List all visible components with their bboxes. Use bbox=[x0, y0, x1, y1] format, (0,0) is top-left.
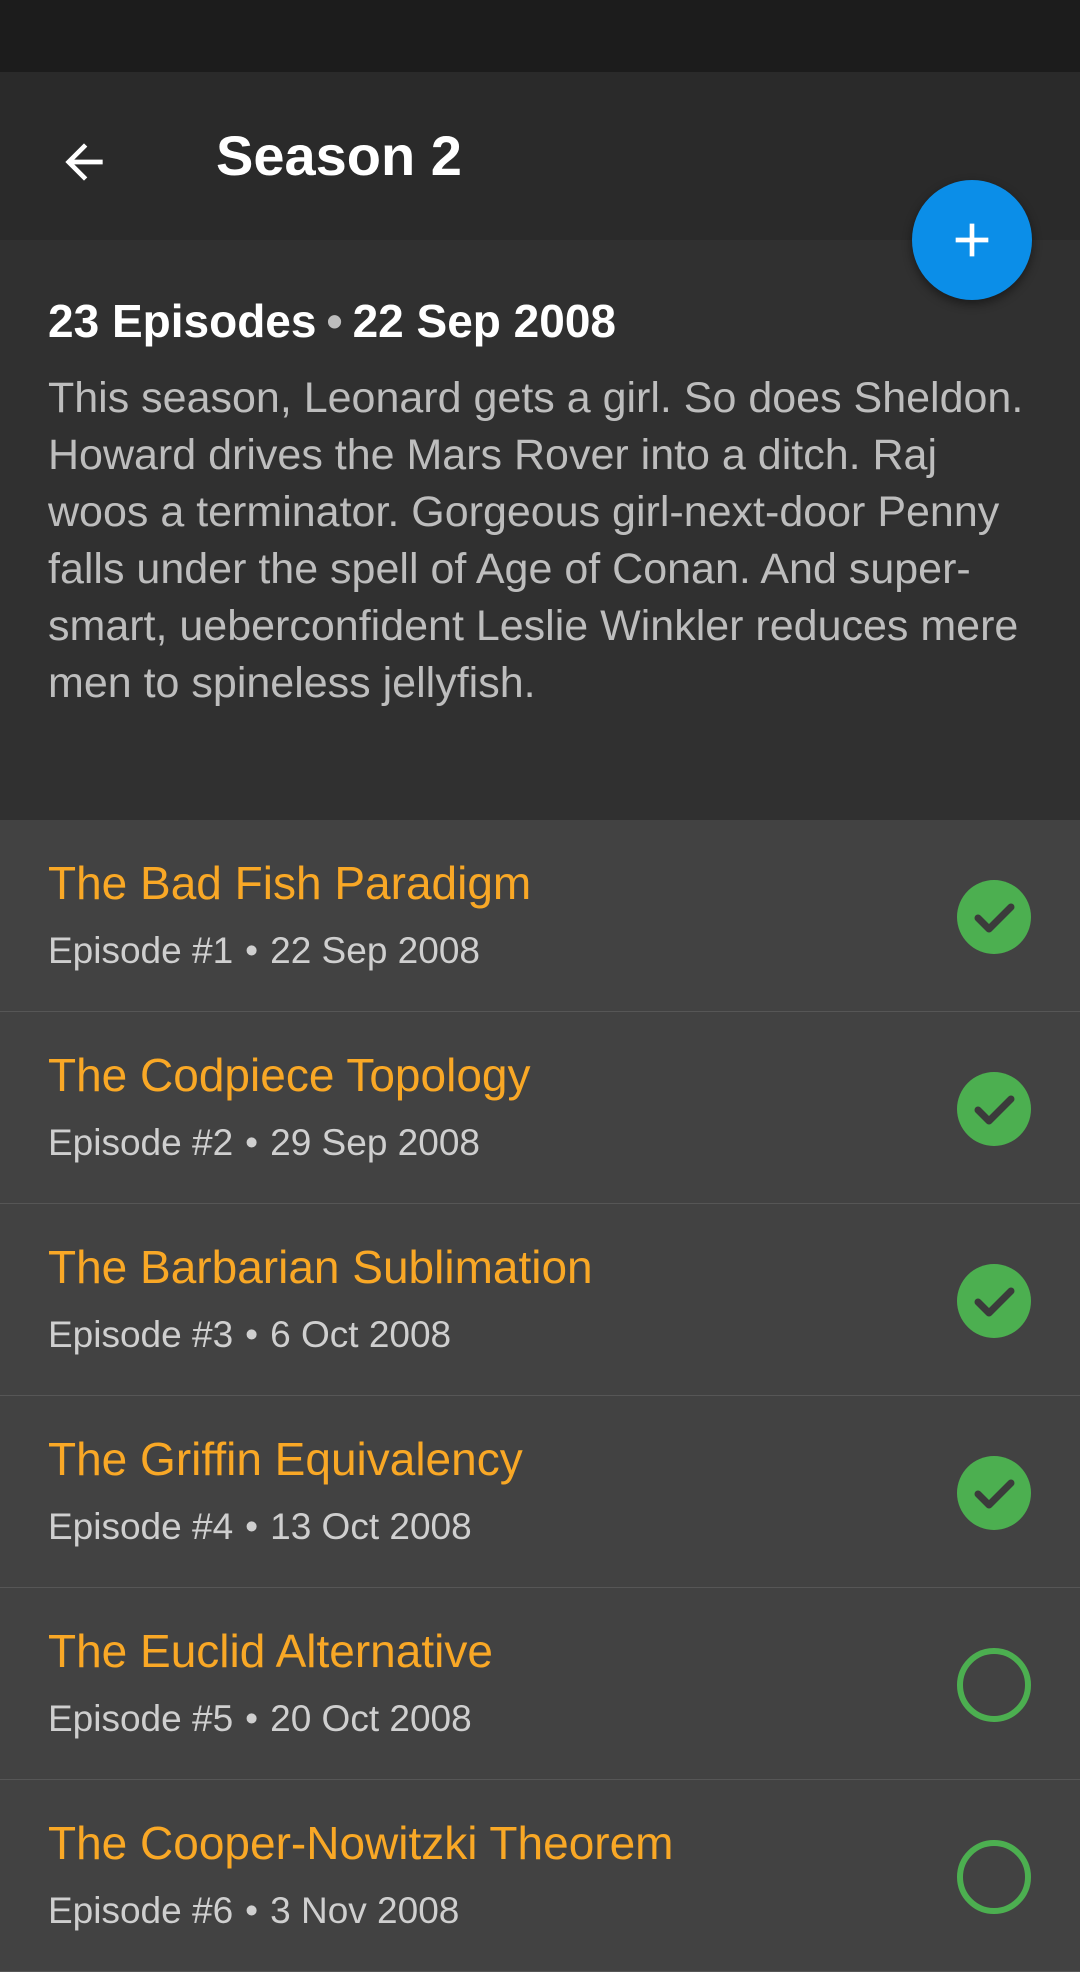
episode-title: The Griffin Equivalency bbox=[48, 1433, 523, 1485]
plus-icon bbox=[955, 223, 989, 257]
status-bar bbox=[0, 0, 1080, 72]
episode-separator: • bbox=[245, 1122, 259, 1163]
add-fab-button[interactable] bbox=[912, 180, 1032, 300]
season-meta: 23 Episodes • 22 Sep 2008 bbox=[48, 294, 616, 348]
episode-number: Episode #6 bbox=[48, 1890, 234, 1931]
episode-date: 6 Oct 2008 bbox=[270, 1314, 452, 1355]
episode-separator: • bbox=[245, 1314, 259, 1355]
check-circle-icon[interactable] bbox=[956, 1263, 1032, 1339]
episode-title: The Barbarian Sublimation bbox=[48, 1241, 593, 1293]
season-air-date: 22 Sep 2008 bbox=[352, 295, 616, 347]
season-description: This season, Leonard gets a girl. So doe… bbox=[48, 374, 1024, 707]
episode-title: The Codpiece Topology bbox=[48, 1049, 531, 1101]
check-circle-icon[interactable] bbox=[956, 879, 1032, 955]
episode-row[interactable]: The Griffin Equivalency Episode #4 • 13 Oc… bbox=[0, 1396, 1080, 1588]
back-button[interactable] bbox=[36, 114, 132, 210]
episode-row[interactable]: The Euclid Alternative Episode #5 • 20 Oct… bbox=[0, 1588, 1080, 1780]
episode-title: The Cooper-Nowitzki Theorem bbox=[48, 1817, 674, 1869]
episode-date: 22 Sep 2008 bbox=[270, 930, 480, 971]
episode-title: The Euclid Alternative bbox=[48, 1625, 493, 1677]
episode-subtitle: Episode #1 • 22 Sep 2008 bbox=[48, 930, 480, 972]
episode-row[interactable]: The Barbarian Sublimation Episode #3 • 6 O… bbox=[0, 1204, 1080, 1396]
episode-number: Episode #3 bbox=[48, 1314, 234, 1355]
episode-date: 3 Nov 2008 bbox=[270, 1890, 460, 1931]
episode-count: 23 Episodes bbox=[48, 295, 317, 347]
episode-date: 13 Oct 2008 bbox=[270, 1506, 472, 1547]
episode-separator: • bbox=[245, 1506, 259, 1547]
page-title: Season 2 bbox=[216, 124, 462, 187]
episode-row[interactable]: The Cooper-Nowitzki Theorem Episode #6 • 3… bbox=[0, 1780, 1080, 1972]
episode-subtitle: Episode #6 • 3 Nov 2008 bbox=[48, 1890, 459, 1932]
episode-separator: • bbox=[245, 1698, 259, 1739]
season-header: 23 Episodes • 22 Sep 2008 This season, Leo… bbox=[0, 240, 1080, 820]
episode-subtitle: Episode #5 • 20 Oct 2008 bbox=[48, 1698, 472, 1740]
episode-subtitle: Episode #3 • 6 Oct 2008 bbox=[48, 1314, 451, 1356]
empty-circle-icon[interactable] bbox=[956, 1647, 1032, 1723]
meta-separator: • bbox=[326, 295, 343, 347]
empty-circle-icon[interactable] bbox=[956, 1839, 1032, 1915]
episode-date: 29 Sep 2008 bbox=[270, 1122, 480, 1163]
arrow-back-icon bbox=[65, 143, 103, 181]
episode-title: The Bad Fish Paradigm bbox=[48, 857, 532, 909]
episode-separator: • bbox=[245, 930, 259, 971]
episode-number: Episode #5 bbox=[48, 1698, 234, 1739]
episode-number: Episode #1 bbox=[48, 930, 234, 971]
episode-date: 20 Oct 2008 bbox=[270, 1698, 472, 1739]
episode-list: The Bad Fish Paradigm Episode #1 • 22 Sep … bbox=[0, 820, 1080, 1972]
check-circle-icon[interactable] bbox=[956, 1455, 1032, 1531]
episode-subtitle: Episode #2 • 29 Sep 2008 bbox=[48, 1122, 480, 1164]
episode-row[interactable]: The Bad Fish Paradigm Episode #1 • 22 Sep … bbox=[0, 820, 1080, 1012]
episode-separator: • bbox=[245, 1890, 259, 1931]
episode-number: Episode #2 bbox=[48, 1122, 234, 1163]
check-circle-icon[interactable] bbox=[956, 1071, 1032, 1147]
episode-subtitle: Episode #4 • 13 Oct 2008 bbox=[48, 1506, 472, 1548]
episode-row[interactable]: The Codpiece Topology Episode #2 • 29 Sep … bbox=[0, 1012, 1080, 1204]
episode-number: Episode #4 bbox=[48, 1506, 234, 1547]
